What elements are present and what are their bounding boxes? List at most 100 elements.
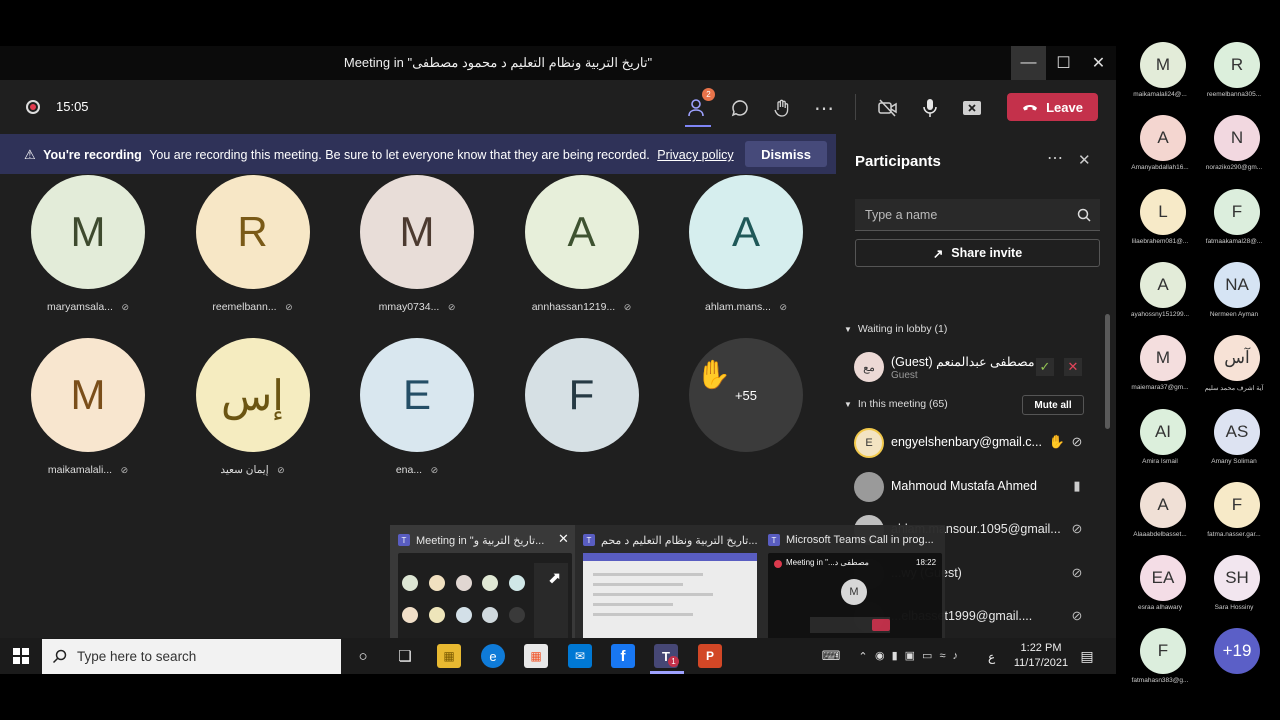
gallery-tile[interactable]: A Amanyabdallah16... <box>1119 107 1201 180</box>
gallery-name: lilaebrahem081@... <box>1131 237 1189 245</box>
tile-name-label: maryamsala... <box>47 301 113 313</box>
store-icon: ▦ <box>530 649 542 663</box>
avatar: M <box>360 175 474 289</box>
avatar: L <box>1140 188 1186 235</box>
gallery-tile[interactable]: Rreemelbanna305... <box>1193 34 1275 107</box>
language-indicator[interactable]: ع <box>988 650 995 664</box>
participant-row[interactable]: Mahmoud Mustafa Ahmed ▮ <box>838 467 1108 507</box>
gallery-tile[interactable]: SH Sara Hossiny <box>1193 547 1275 620</box>
store-button[interactable]: ▦ <box>524 644 548 668</box>
system-tray-icons[interactable]: ◉▮▣▭≈♪ <box>875 649 965 662</box>
video-tile[interactable]: Rreemelbann... ⊘ <box>173 175 333 335</box>
notifications-icon[interactable]: ▤ <box>1075 644 1099 668</box>
in-meeting-header[interactable]: ▼ In this meeting (65) <box>844 398 948 410</box>
active-tab-indicator <box>685 125 711 127</box>
close-preview-button[interactable]: ✕ <box>558 531 569 547</box>
video-tile[interactable]: Aahlam.mans... ⊘ <box>666 175 826 335</box>
gallery-tile[interactable]: آس آية اشرف محمد سليم <box>1193 327 1275 400</box>
tile-name-label: ahlam.mans... <box>705 301 771 313</box>
gallery-tile[interactable]: EA esraa alhawary <box>1119 547 1201 620</box>
show-hidden-icons-button[interactable]: ⌃ <box>851 644 875 668</box>
panel-close-button[interactable]: ✕ <box>1078 151 1091 169</box>
keyboard-icon[interactable]: ⌨ <box>819 644 843 668</box>
muted-mic-icon: ⊘ <box>1071 608 1083 624</box>
gallery-tile[interactable]: Ffatma.nasser.gar... <box>1193 474 1275 547</box>
gallery-tile[interactable]: AI Amira Ismail <box>1119 401 1201 474</box>
camera-toggle-button[interactable] <box>874 94 902 122</box>
muted-mic-icon: ⊘ <box>445 302 456 312</box>
file-explorer-button[interactable]: ▦ <box>437 644 461 668</box>
gallery-tile[interactable]: +19 <box>1193 620 1275 693</box>
dismiss-button[interactable]: Dismiss <box>745 141 827 167</box>
panel-scrollbar[interactable] <box>1105 314 1110 429</box>
participants-button[interactable]: 2 <box>685 88 715 127</box>
more-actions-button[interactable]: ⋯ <box>810 94 838 122</box>
recording-banner: ⚠ You're recording You are recording thi… <box>0 134 836 174</box>
windows-taskbar: Type here to search ○ ❏ ▦ e ▦ ✉ f T 1 P … <box>0 638 1116 674</box>
raised-hand-icon: ✋ <box>1048 434 1066 449</box>
participant-search-input[interactable]: Type a name <box>855 199 1100 231</box>
powerpoint-button[interactable]: P <box>698 644 722 668</box>
gallery-tile[interactable]: Mmaikamalali24@... <box>1119 34 1201 107</box>
mute-all-button[interactable]: Mute all <box>1022 395 1084 415</box>
gallery-name: maikamalali24@... <box>1133 91 1187 98</box>
panel-more-button[interactable]: ⋯ <box>1047 148 1063 168</box>
edge-button[interactable]: e <box>481 644 505 668</box>
tile-name-label: maikamalali... <box>47 464 113 476</box>
video-tile[interactable]: إس إيمان سعيد ⊘ <box>173 338 333 498</box>
chat-button[interactable] <box>726 94 754 122</box>
raise-hand-icon <box>774 99 789 117</box>
participant-row[interactable]: Eengyelshenbary@gmail.c... ✋ ⊘ <box>838 423 1108 463</box>
deny-button[interactable]: ✕ <box>1064 358 1082 376</box>
facebook-button[interactable]: f <box>611 644 635 668</box>
gallery-tile[interactable]: Mmaiemara37@gm... <box>1119 327 1201 400</box>
banner-message: You are recording this meeting. Be sure … <box>149 148 650 162</box>
gallery-tile[interactable]: Ffatmaakamal28@... <box>1193 181 1275 254</box>
gallery-name: fatma.nasser.gar... <box>1207 530 1261 538</box>
mail-button[interactable]: ✉ <box>568 644 592 668</box>
gallery-tile[interactable]: Nnoraziko290@gm... <box>1193 107 1275 180</box>
mouse-cursor-icon: ⬈ <box>548 570 562 587</box>
meeting-thumbnail <box>398 553 572 645</box>
cortana-button[interactable]: ○ <box>351 644 375 668</box>
video-tile[interactable]: Mmmay0734... ⊘ <box>337 175 497 335</box>
video-tile[interactable]: Eena... ⊘ <box>337 338 497 498</box>
clock[interactable]: 1:22 PM 11/17/2021 <box>1012 641 1070 671</box>
close-window-button[interactable]: ✕ <box>1081 46 1116 80</box>
teams-taskbar-button[interactable]: T 1 <box>654 644 679 668</box>
tile-name: mmay0734... ⊘ <box>337 301 497 313</box>
video-tile[interactable]: Mmaryamsala... ⊘ <box>8 175 168 335</box>
avatar: A <box>1140 115 1186 162</box>
gallery-tile[interactable]: NA Nermeen Ayman <box>1193 254 1275 327</box>
privacy-policy-link[interactable]: Privacy policy <box>657 148 733 162</box>
reactions-button[interactable] <box>768 94 796 122</box>
minimize-button[interactable]: — <box>1011 46 1046 80</box>
task-view-button[interactable]: ❏ <box>393 644 417 668</box>
tile-name: ahlam.mans... ⊘ <box>666 301 826 313</box>
gallery-tile[interactable]: A Alaaabdelbasset... <box>1119 474 1201 547</box>
video-tile[interactable]: Aannhassan1219... ⊘ <box>502 175 662 335</box>
mic-toggle-button[interactable] <box>916 94 944 122</box>
banner-heading: You're recording <box>43 148 142 162</box>
admit-button[interactable]: ✓ <box>1036 358 1054 376</box>
preview-title: Meeting in "تاريخ التربية و... <box>416 535 545 547</box>
microphone-icon <box>923 99 937 117</box>
taskbar-search-box[interactable]: Type here to search <box>42 639 341 674</box>
side-participant-gallery: Mmaikamalali24@... Rreemelbanna305... A Ama… <box>1116 0 1280 720</box>
video-tile[interactable]: Mmaikamalali... ⊘ <box>8 338 168 498</box>
video-tile[interactable]: F <box>502 338 662 498</box>
gallery-tile[interactable]: AS Amany Soliman <box>1193 401 1275 474</box>
leave-button[interactable]: Leave <box>1007 93 1098 121</box>
gallery-tile[interactable]: Ffatmahasn383@g... <box>1119 620 1201 693</box>
video-tile[interactable]: +55 <box>666 338 826 498</box>
share-content-button[interactable] <box>958 94 986 122</box>
avatar: إس <box>195 338 310 452</box>
gallery-name: fatmahasn383@g... <box>1131 677 1189 685</box>
share-invite-label: Share invite <box>951 246 1023 260</box>
gallery-tile[interactable]: Aayahossny151299... <box>1119 254 1201 327</box>
start-button[interactable] <box>9 644 33 668</box>
gallery-tile[interactable]: Llilaebrahem081@... <box>1119 181 1201 254</box>
maximize-button[interactable]: ☐ <box>1046 46 1081 80</box>
lobby-header[interactable]: ▼ Waiting in lobby (1) <box>844 323 947 335</box>
share-invite-button[interactable]: ↗ Share invite <box>855 239 1100 267</box>
